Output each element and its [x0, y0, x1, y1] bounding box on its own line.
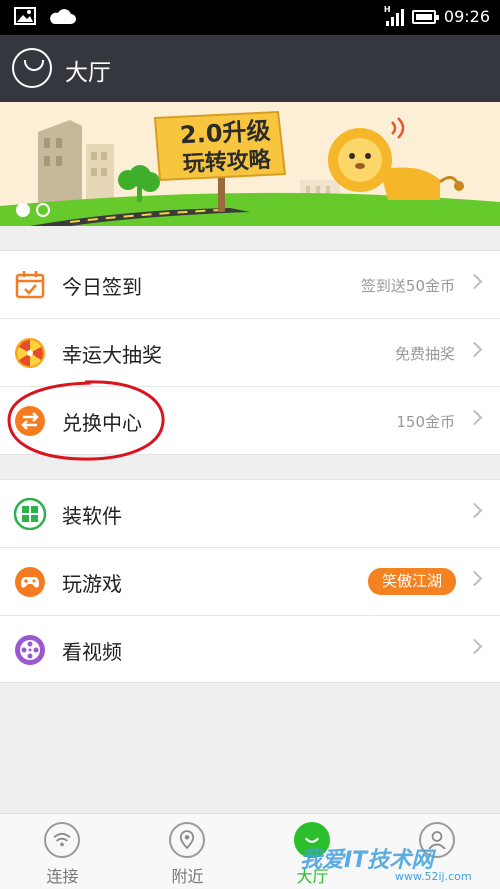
- nav-tab-nearby[interactable]: 附近: [125, 814, 250, 889]
- image-icon: [14, 7, 36, 25]
- menu-item-label: 兑换中心: [62, 411, 142, 435]
- menu-item-lottery[interactable]: 幸运大抽奖 免费抽奖: [0, 319, 500, 387]
- status-left-icons: [14, 7, 76, 25]
- pager-dot-2[interactable]: [36, 203, 50, 217]
- exchange-icon: [15, 406, 45, 436]
- menu-item-label: 装软件: [62, 504, 122, 528]
- menu-item-meta: 150金币: [396, 413, 455, 431]
- watermark-url: www.52ij.com: [395, 870, 472, 883]
- gamepad-icon: [15, 567, 45, 597]
- status-bar: H 09:26: [0, 0, 500, 35]
- chevron-right-icon: [466, 570, 483, 587]
- banner-pager: [16, 203, 50, 217]
- menu-item-play-games[interactable]: 玩游戏 笑傲江湖: [0, 548, 500, 616]
- status-right: H 09:26: [383, 4, 490, 27]
- menu-group-rewards: 今日签到 签到送50金币 幸运大抽奖 免费抽奖 兑换中心 150金币: [0, 250, 500, 455]
- page-title: 大厅: [65, 60, 111, 86]
- menu-item-checkin[interactable]: 今日签到 签到送50金币: [0, 251, 500, 319]
- menu-item-watch-videos[interactable]: 看视频: [0, 616, 500, 684]
- menu-item-label: 玩游戏: [62, 572, 122, 596]
- chevron-right-icon: [466, 273, 483, 290]
- nav-tab-label: 连接: [46, 867, 79, 886]
- title-bar: 大厅: [0, 35, 500, 102]
- menu-item-label: 今日签到: [62, 275, 142, 299]
- featured-game-badge[interactable]: 笑傲江湖: [367, 568, 456, 595]
- pager-dot-1[interactable]: [16, 203, 30, 217]
- chevron-right-icon: [466, 409, 483, 426]
- nav-tab-label: 附近: [171, 867, 204, 886]
- apps-grid-icon: [14, 498, 46, 530]
- nav-tab-connect[interactable]: 连接: [0, 814, 125, 889]
- location-pin-icon: [169, 822, 205, 858]
- chevron-right-icon: [466, 341, 483, 358]
- menu-item-label: 看视频: [62, 640, 122, 664]
- chevron-right-icon: [466, 638, 483, 655]
- wifi-icon: [44, 822, 80, 858]
- menu-item-install-apps[interactable]: 装软件: [0, 480, 500, 548]
- signal-icon: H: [383, 4, 404, 26]
- status-time: 09:26: [443, 7, 490, 26]
- battery-icon: [411, 9, 439, 24]
- banner-headline-line2: 玩转攻略: [182, 147, 272, 178]
- film-reel-icon: [15, 635, 45, 665]
- cloud-icon: [50, 9, 76, 24]
- menu-item-meta: 签到送50金币: [360, 277, 455, 295]
- lottery-wheel-icon: [15, 338, 45, 368]
- promo-banner[interactable]: 2.0升级 玩转攻略: [0, 102, 500, 226]
- network-badge: H: [383, 4, 391, 14]
- app-logo-icon: [12, 48, 52, 88]
- menu-group-content: 装软件 玩游戏 笑傲江湖 看视频: [0, 479, 500, 683]
- chevron-right-icon: [466, 502, 483, 519]
- menu-item-meta: 免费抽奖: [394, 345, 455, 363]
- menu-item-label: 幸运大抽奖: [62, 343, 162, 367]
- banner-headline: 2.0升级 玩转攻略: [165, 115, 288, 181]
- calendar-icon: [15, 271, 45, 299]
- menu-item-exchange[interactable]: 兑换中心 150金币: [0, 387, 500, 455]
